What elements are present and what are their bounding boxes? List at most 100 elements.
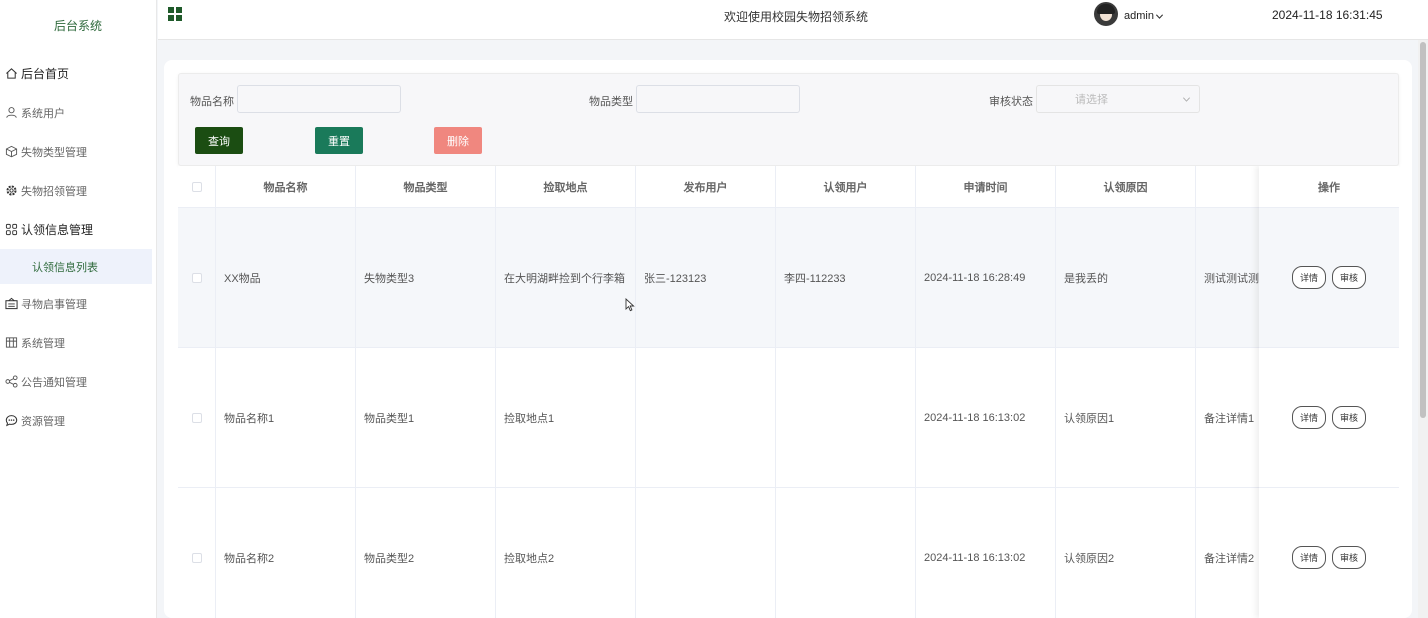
audit-button[interactable]: 审核 xyxy=(1332,406,1367,429)
table-cell: 认领原因1 xyxy=(1056,348,1196,487)
chat-icon xyxy=(4,414,18,428)
item-type-input[interactable] xyxy=(636,85,800,113)
sidebar-item-label: 公告通知管理 xyxy=(21,376,87,389)
sidebar-subitem-claim-list[interactable]: 认领信息列表 xyxy=(0,249,152,284)
chevron-down-icon xyxy=(1155,13,1164,19)
row-checkbox[interactable] xyxy=(191,412,202,423)
gear-icon xyxy=(4,184,18,198)
sidebar-item-system-manage[interactable]: 系统管理 xyxy=(0,323,156,362)
vertical-scrollbar[interactable] xyxy=(1418,40,1428,618)
table-cell: 失物类型3 xyxy=(356,208,496,347)
item-name-input[interactable] xyxy=(237,85,401,113)
table-header-row: 物品名称 物品类型 捡取地点 发布用户 认领用户 申请时间 认领原因 备注 xyxy=(178,166,1399,208)
sidebar-item-label: 系统管理 xyxy=(21,337,65,350)
mouse-cursor-icon xyxy=(625,298,635,312)
table-cell xyxy=(776,488,916,618)
top-header: 欢迎使用校园失物招领系统 admin 2024-11-18 16:31:45 xyxy=(158,0,1428,40)
row-actions: 详情 审核 xyxy=(1259,208,1399,348)
table-icon xyxy=(4,336,18,350)
user-icon xyxy=(4,106,18,120)
table-cell xyxy=(776,348,916,487)
table-row[interactable]: 物品名称1 物品类型1 捡取地点1 2024-11-18 16:13:02 认领… xyxy=(178,348,1399,488)
table-cell: 物品名称1 xyxy=(216,348,356,487)
current-datetime: 2024-11-18 16:31:45 xyxy=(1272,8,1383,22)
query-button[interactable]: 查询 xyxy=(195,127,243,154)
column-header[interactable]: 物品类型 xyxy=(356,166,496,207)
table-cell xyxy=(636,348,776,487)
claim-table: 物品名称 物品类型 捡取地点 发布用户 认领用户 申请时间 认领原因 备注 XX… xyxy=(178,166,1399,618)
column-header[interactable]: 认领原因 xyxy=(1056,166,1196,207)
sidebar-item-lost-notice[interactable]: 寻物启事管理 xyxy=(0,284,156,323)
grid-icon xyxy=(4,223,18,237)
detail-button[interactable]: 详情 xyxy=(1291,266,1326,289)
audit-status-select[interactable]: 请选择 xyxy=(1036,85,1200,113)
scrollbar-thumb[interactable] xyxy=(1420,42,1426,418)
sidebar-item-system-users[interactable]: 系统用户 xyxy=(0,93,156,132)
sidebar-item-label: 资源管理 xyxy=(21,415,65,428)
app-logo: 后台系统 xyxy=(53,18,102,33)
column-header[interactable]: 申请时间 xyxy=(916,166,1056,207)
sidebar-item-claim-info[interactable]: 认领信息管理 xyxy=(0,210,156,249)
table-cell: 物品类型1 xyxy=(356,348,496,487)
table-cell: 2024-11-18 16:13:02 xyxy=(916,488,1056,618)
audit-button[interactable]: 审核 xyxy=(1332,546,1367,569)
sidebar-item-label: 后台首页 xyxy=(21,67,70,81)
table-cell: 张三-123123 xyxy=(636,208,776,347)
sidebar-item-announcement[interactable]: 公告通知管理 xyxy=(0,362,156,401)
sidebar-item-home[interactable]: 后台首页 xyxy=(0,54,156,93)
row-checkbox-cell xyxy=(178,348,216,487)
column-header: 操作 xyxy=(1259,166,1399,208)
row-checkbox-cell xyxy=(178,488,216,618)
sidebar-item-label: 系统用户 xyxy=(21,107,65,120)
home-icon xyxy=(4,67,18,81)
sidebar-item-lost-found[interactable]: 失物招领管理 xyxy=(0,171,156,210)
column-header[interactable]: 发布用户 xyxy=(636,166,776,207)
table-cell: 认领原因2 xyxy=(1056,488,1196,618)
detail-button[interactable]: 详情 xyxy=(1291,406,1326,429)
column-header[interactable]: 捡取地点 xyxy=(496,166,636,207)
column-header[interactable]: 物品名称 xyxy=(216,166,356,207)
avatar[interactable] xyxy=(1094,2,1118,26)
table-row[interactable]: XX物品 失物类型3 在大明湖畔捡到个行李箱 张三-123123 李四-1122… xyxy=(178,208,1399,348)
table-cell: 李四-112233 xyxy=(776,208,916,347)
search-panel: 物品名称 物品类型 审核状态 请选择 查询 重置 删除 xyxy=(178,73,1399,166)
table-cell: 在大明湖畔捡到个行李箱 xyxy=(496,208,636,347)
board-icon xyxy=(4,297,18,311)
sidebar-item-lost-type[interactable]: 失物类型管理 xyxy=(0,132,156,171)
column-header[interactable]: 认领用户 xyxy=(776,166,916,207)
delete-button[interactable]: 删除 xyxy=(434,127,482,154)
menu-toggle-icon[interactable] xyxy=(168,7,182,21)
sidebar-nav: 后台首页 系统用户 失物类型管理 失物招领管理 认领信息管理 认领信息列表 寻物… xyxy=(0,54,156,440)
audit-button[interactable]: 审核 xyxy=(1332,266,1367,289)
table-cell: 2024-11-18 16:28:49 xyxy=(916,208,1056,347)
table-cell: 捡取地点1 xyxy=(496,348,636,487)
table-cell xyxy=(636,488,776,618)
sidebar: 后台系统 后台首页 系统用户 失物类型管理 失物招领管理 认领信息管理 认领信息… xyxy=(0,0,157,618)
row-checkbox[interactable] xyxy=(191,272,202,283)
operations-column: 操作 详情 审核 详情 审核 详情 审核 xyxy=(1259,166,1399,618)
table-cell: 2024-11-18 16:13:02 xyxy=(916,348,1056,487)
sidebar-item-label: 失物类型管理 xyxy=(21,146,87,159)
sidebar-item-label: 认领信息管理 xyxy=(21,223,94,237)
reset-button[interactable]: 重置 xyxy=(315,127,363,154)
detail-button[interactable]: 详情 xyxy=(1291,546,1326,569)
table-cell: 物品类型2 xyxy=(356,488,496,618)
sidebar-item-resources[interactable]: 资源管理 xyxy=(0,401,156,440)
row-checkbox-cell xyxy=(178,208,216,347)
audit-status-placeholder: 请选择 xyxy=(1075,94,1108,106)
table-row[interactable]: 物品名称2 物品类型2 捡取地点2 2024-11-18 16:13:02 认领… xyxy=(178,488,1399,618)
row-checkbox[interactable] xyxy=(191,552,202,563)
user-menu[interactable]: admin xyxy=(1124,10,1164,22)
select-all-cell xyxy=(178,166,216,207)
sidebar-item-label: 寻物启事管理 xyxy=(21,298,87,311)
table-cell: 是我丢的 xyxy=(1056,208,1196,347)
table-cell: XX物品 xyxy=(216,208,356,347)
item-name-label: 物品名称 xyxy=(190,96,234,108)
box-icon xyxy=(4,145,18,159)
item-type-label: 物品类型 xyxy=(589,96,633,108)
welcome-text: 欢迎使用校园失物招领系统 xyxy=(724,10,869,24)
chevron-down-icon xyxy=(1183,97,1190,102)
sidebar-item-label: 失物招领管理 xyxy=(21,185,87,198)
select-all-checkbox[interactable] xyxy=(191,181,202,192)
share-icon xyxy=(4,375,18,389)
